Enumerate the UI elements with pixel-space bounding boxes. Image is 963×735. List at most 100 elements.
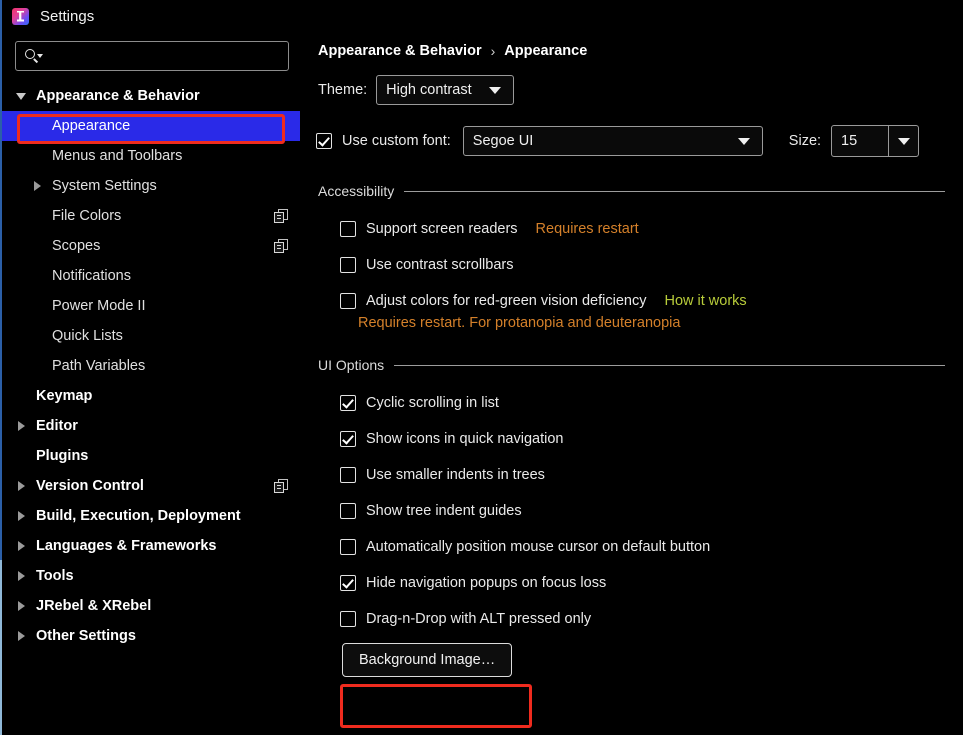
checkbox-use-contrast-scrollbars[interactable] (340, 257, 356, 273)
checkbox-support-screen-readers[interactable] (340, 221, 356, 237)
chevron-right-icon[interactable] (14, 531, 30, 561)
checkbox-label: Use contrast scrollbars (366, 257, 513, 273)
sidebar-item-system-settings[interactable]: System Settings (2, 171, 300, 201)
chevron-right-icon[interactable] (14, 411, 30, 441)
checkbox-show-tree-indent-guides[interactable] (340, 503, 356, 519)
checkbox-adjust-colors-for-red-green-vision-deficiency[interactable] (340, 293, 356, 309)
checkbox-row: Use contrast scrollbars (300, 247, 963, 283)
chevron-right-icon[interactable] (14, 621, 30, 651)
sidebar-item-label: File Colors (52, 208, 121, 224)
chevron-right-icon: › (491, 43, 496, 59)
twisty-placeholder (30, 111, 46, 141)
font-size-value[interactable]: 15 (832, 133, 888, 149)
sidebar-item-label: Keymap (36, 388, 92, 404)
twisty-placeholder (30, 351, 46, 381)
font-family-value: Segoe UI (473, 133, 728, 149)
sidebar-item-jrebel-xrebel[interactable]: JRebel & XRebel (2, 591, 300, 621)
sidebar-item-label: Languages & Frameworks (36, 538, 217, 554)
checkbox-row: Hide navigation popups on focus loss (300, 565, 963, 601)
sidebar-item-quick-lists[interactable]: Quick Lists (2, 321, 300, 351)
chevron-right-icon[interactable] (14, 561, 30, 591)
checkbox-use-smaller-indents-in-trees[interactable] (340, 467, 356, 483)
use-custom-font-checkbox[interactable] (316, 133, 332, 149)
copy-icon[interactable] (274, 209, 288, 223)
checkbox-cyclic-scrolling-in-list[interactable] (340, 395, 356, 411)
sidebar-item-languages-frameworks[interactable]: Languages & Frameworks (2, 531, 300, 561)
sidebar-item-other-settings[interactable]: Other Settings (2, 621, 300, 651)
checkbox-row: Drag-n-Drop with ALT pressed only (300, 601, 963, 637)
checkbox-label: Hide navigation popups on focus loss (366, 575, 606, 591)
theme-select[interactable]: High contrast (376, 75, 514, 105)
font-size-dropdown-button[interactable] (888, 126, 918, 156)
sidebar-item-version-control[interactable]: Version Control (2, 471, 300, 501)
chevron-right-icon[interactable] (30, 171, 46, 201)
checkbox-drag-n-drop-with-alt-pressed-only[interactable] (340, 611, 356, 627)
chevron-down-icon (738, 138, 750, 145)
copy-icon[interactable] (274, 479, 288, 493)
chevron-down-icon (898, 138, 910, 145)
copy-icon[interactable] (274, 239, 288, 253)
settings-main-panel: Appearance & Behavior › Appearance Theme… (300, 32, 963, 735)
custom-font-row: Use custom font: Segoe UI Size: 15 (316, 125, 963, 157)
checkbox-automatically-position-mouse-cursor-on-default-button[interactable] (340, 539, 356, 555)
sidebar-item-menus-and-toolbars[interactable]: Menus and Toolbars (2, 141, 300, 171)
settings-sidebar: Appearance & Behavior Appearance Menus and… (2, 32, 300, 735)
sidebar-item-power-mode-ii[interactable]: Power Mode II (2, 291, 300, 321)
checkbox-row: Cyclic scrolling in list (300, 385, 963, 421)
font-family-select[interactable]: Segoe UI (463, 126, 763, 156)
sidebar-item-scopes[interactable]: Scopes (2, 231, 300, 261)
sidebar-item-label: JRebel & XRebel (36, 598, 151, 614)
requires-restart-note: Requires restart (536, 221, 639, 237)
sidebar-item-tools[interactable]: Tools (2, 561, 300, 591)
sidebar-item-label: Power Mode II (52, 298, 146, 314)
sidebar-item-file-colors[interactable]: File Colors (2, 201, 300, 231)
chevron-right-icon[interactable] (14, 501, 30, 531)
sidebar-item-appearance-behavior[interactable]: Appearance & Behavior (2, 81, 300, 111)
font-size-stepper[interactable]: 15 (831, 125, 919, 157)
how-it-works-link[interactable]: How it works (664, 293, 746, 309)
checkbox-row: Adjust colors for red-green vision defic… (300, 283, 963, 319)
twisty-placeholder (30, 261, 46, 291)
checkbox-hide-navigation-popups-on-focus-loss[interactable] (340, 575, 356, 591)
background-image-button[interactable]: Background Image… (342, 643, 512, 677)
sidebar-item-appearance[interactable]: Appearance (2, 111, 300, 141)
window-edge-accent (0, 560, 2, 735)
sidebar-item-label: Editor (36, 418, 78, 434)
chevron-down-icon[interactable] (14, 81, 30, 111)
twisty-placeholder (14, 381, 30, 411)
sidebar-item-notifications[interactable]: Notifications (2, 261, 300, 291)
search-icon[interactable] (24, 48, 46, 64)
sidebar-item-label: Other Settings (36, 628, 136, 644)
chevron-down-icon (489, 87, 501, 94)
sidebar-item-label: Notifications (52, 268, 131, 284)
font-size-label: Size: (789, 133, 821, 149)
search-box[interactable] (15, 41, 289, 71)
sidebar-item-path-variables[interactable]: Path Variables (2, 351, 300, 381)
ui-options-list: Cyclic scrolling in list Show icons in qu… (300, 385, 963, 637)
twisty-placeholder (30, 291, 46, 321)
checkbox-label: Show icons in quick navigation (366, 431, 563, 447)
accessibility-options: Support screen readers Requires restart Us… (300, 211, 963, 319)
sidebar-item-label: Path Variables (52, 358, 145, 374)
sidebar-item-editor[interactable]: Editor (2, 411, 300, 441)
sidebar-item-plugins[interactable]: Plugins (2, 441, 300, 471)
breadcrumb: Appearance & Behavior › Appearance (318, 43, 963, 59)
checkbox-label: Drag-n-Drop with ALT pressed only (366, 611, 591, 627)
search-input[interactable] (46, 48, 288, 64)
twisty-placeholder (30, 321, 46, 351)
breadcrumb-parent[interactable]: Appearance & Behavior (318, 43, 482, 59)
settings-window: Settings Appearance & BehaviorAppearance… (0, 0, 963, 735)
sidebar-item-label: Appearance (52, 118, 130, 134)
twisty-placeholder (14, 441, 30, 471)
checkbox-row: Automatically position mouse cursor on d… (300, 529, 963, 565)
checkbox-label: Cyclic scrolling in list (366, 395, 499, 411)
checkbox-label: Support screen readers (366, 221, 518, 237)
checkbox-row: Support screen readers Requires restart (300, 211, 963, 247)
checkbox-label: Adjust colors for red-green vision defic… (366, 293, 646, 309)
checkbox-label: Show tree indent guides (366, 503, 522, 519)
chevron-right-icon[interactable] (14, 471, 30, 501)
chevron-right-icon[interactable] (14, 591, 30, 621)
sidebar-item-build-execution-deployment[interactable]: Build, Execution, Deployment (2, 501, 300, 531)
sidebar-item-keymap[interactable]: Keymap (2, 381, 300, 411)
checkbox-show-icons-in-quick-navigation[interactable] (340, 431, 356, 447)
